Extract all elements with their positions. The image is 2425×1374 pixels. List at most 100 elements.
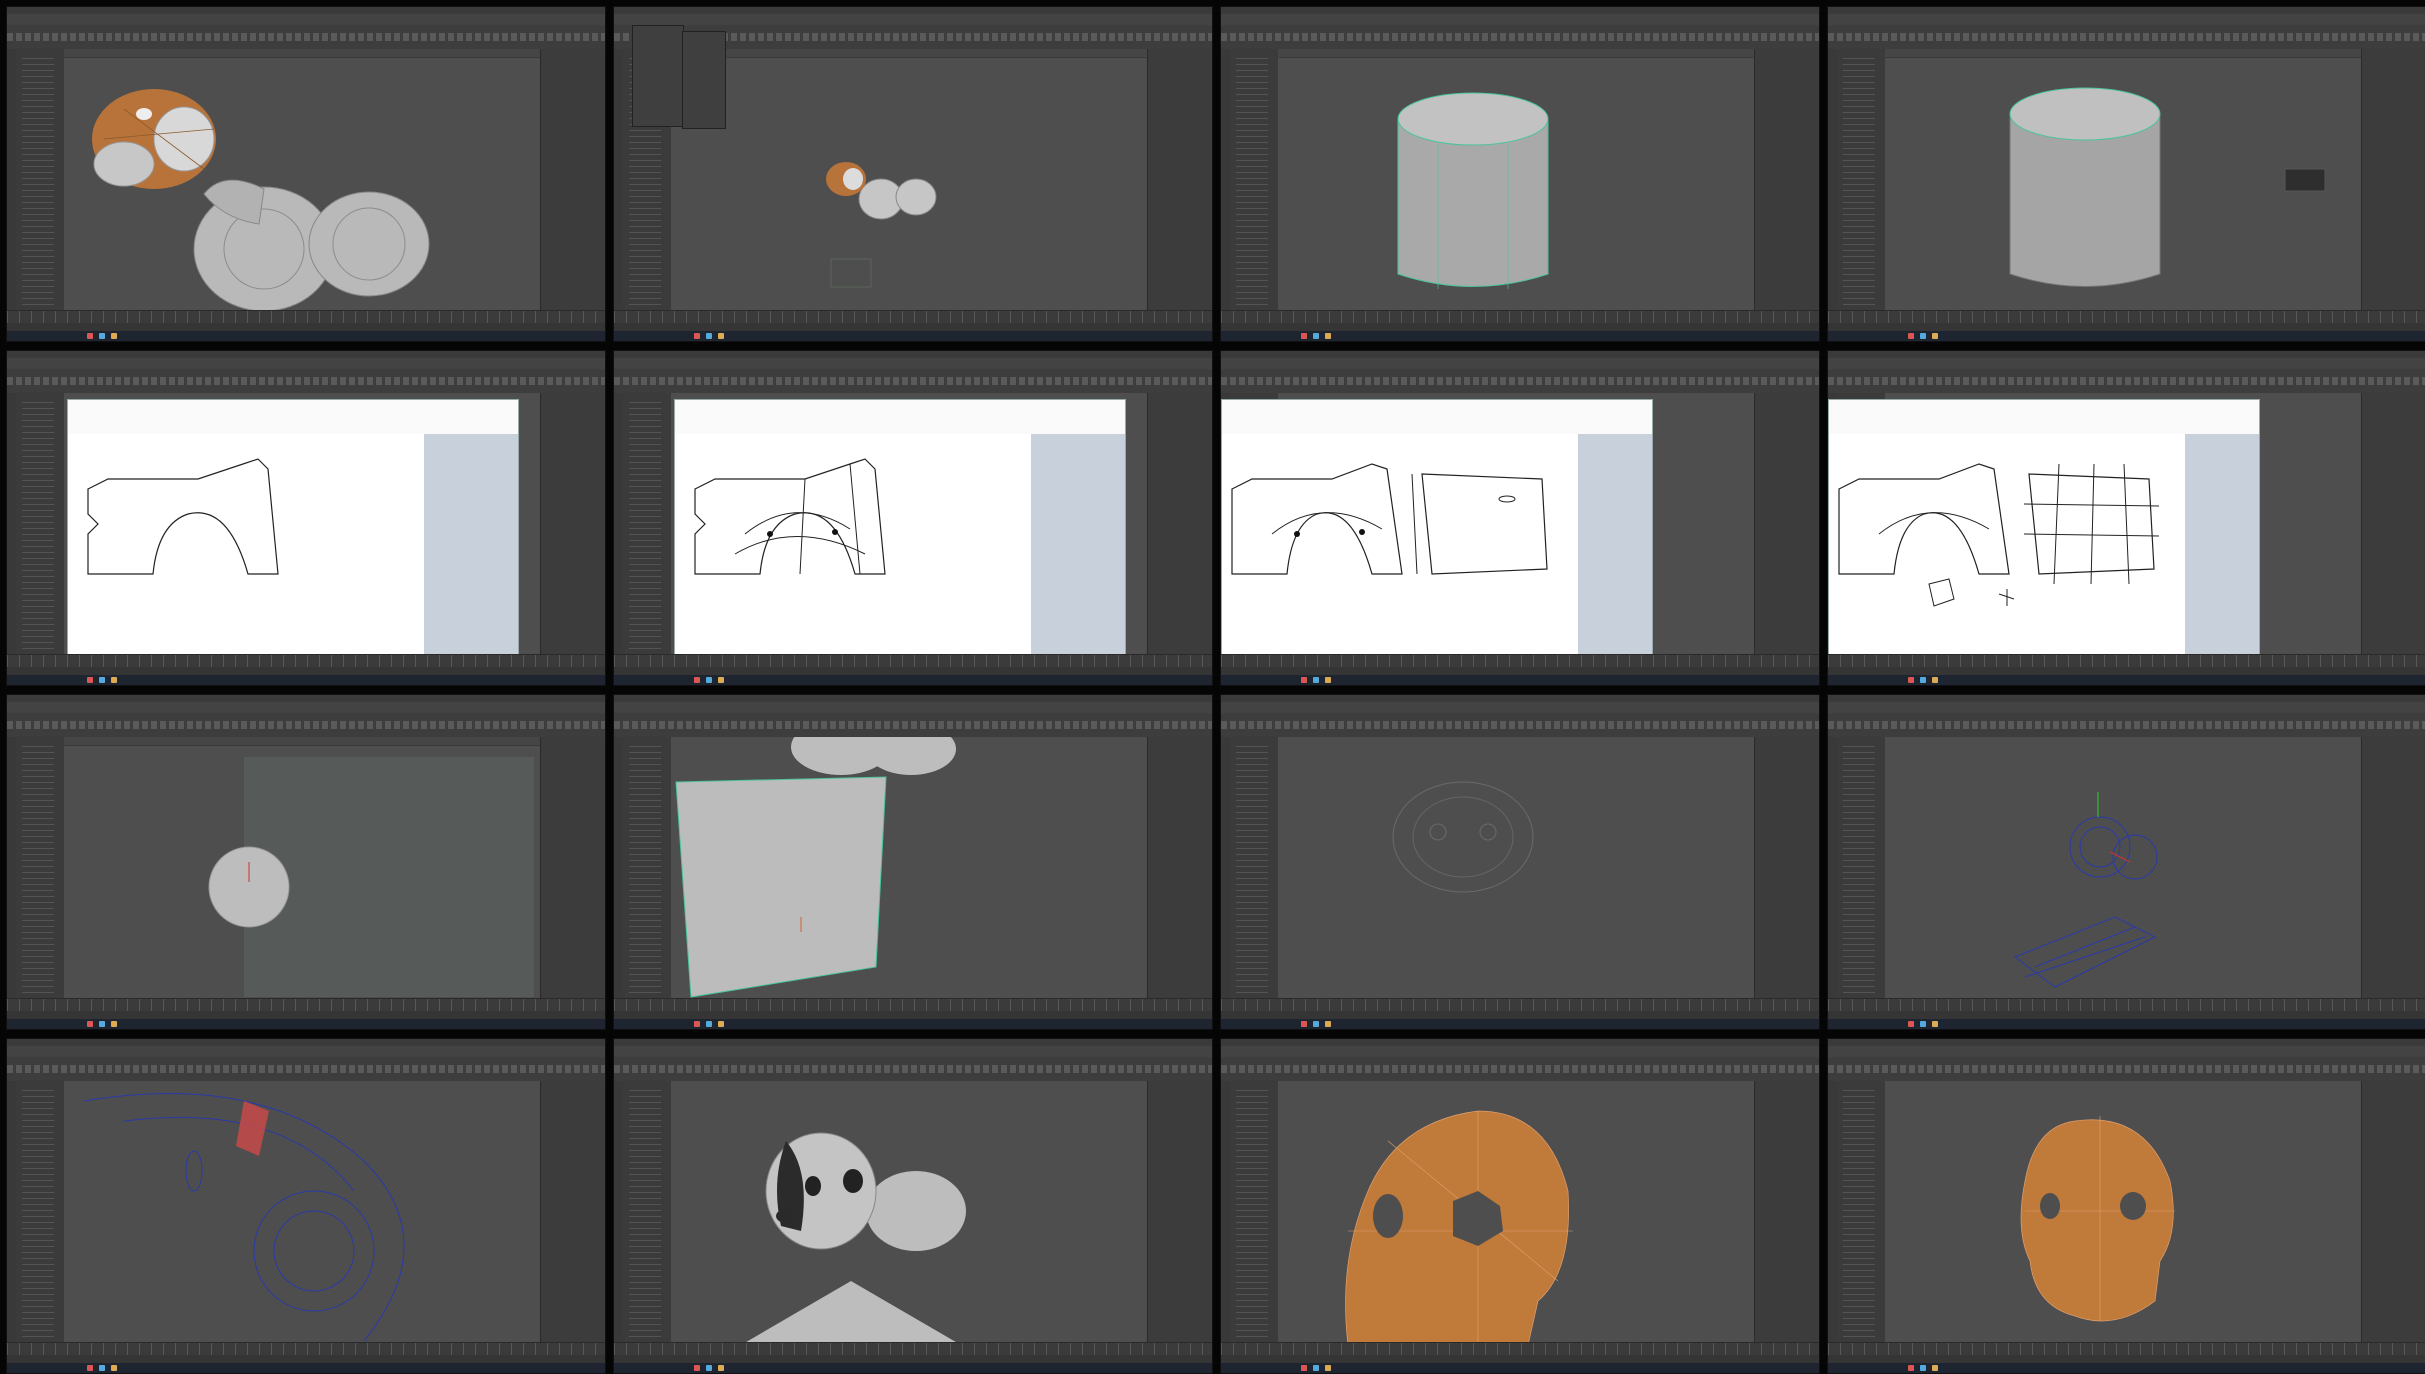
- channel-box[interactable]: [1147, 393, 1212, 655]
- submenu[interactable]: [682, 31, 726, 129]
- outliner-panel[interactable]: [16, 49, 65, 311]
- viewport[interactable]: [671, 49, 1148, 311]
- shelf[interactable]: [1828, 713, 2425, 738]
- taskbar[interactable]: [614, 1363, 1212, 1373]
- viewport[interactable]: [64, 49, 541, 311]
- shelf[interactable]: [614, 713, 1212, 738]
- range-slider[interactable]: [614, 323, 1212, 331]
- status-line[interactable]: [1828, 1046, 2425, 1057]
- taskbar[interactable]: [1221, 1363, 1819, 1373]
- range-slider[interactable]: [1828, 1355, 2425, 1363]
- panel-menu[interactable]: [671, 49, 1148, 58]
- range-slider[interactable]: [1828, 1011, 2425, 1019]
- viewport[interactable]: [64, 737, 541, 999]
- status-line[interactable]: [614, 1046, 1212, 1057]
- paint-window[interactable]: [67, 399, 519, 657]
- shelf[interactable]: [1221, 1057, 1819, 1082]
- paint-ribbon[interactable]: [675, 400, 1125, 435]
- paint-canvas[interactable]: [68, 434, 424, 656]
- range-slider[interactable]: [1221, 1355, 1819, 1363]
- channel-box[interactable]: [1754, 393, 1819, 655]
- channel-box[interactable]: [540, 737, 605, 999]
- outliner-panel[interactable]: [623, 1081, 672, 1343]
- shelf[interactable]: [1828, 25, 2425, 50]
- shelf[interactable]: [614, 1057, 1212, 1082]
- shelf[interactable]: [7, 25, 605, 50]
- shelf[interactable]: [614, 369, 1212, 394]
- viewport[interactable]: [1885, 49, 2362, 311]
- outliner-panel[interactable]: [1837, 49, 1886, 311]
- dropdown-menu[interactable]: [632, 25, 684, 127]
- range-slider[interactable]: [7, 1355, 605, 1363]
- outliner-panel[interactable]: [16, 1081, 65, 1343]
- status-line[interactable]: [1221, 702, 1819, 713]
- paint-canvas[interactable]: [1829, 434, 2185, 656]
- range-slider[interactable]: [1828, 667, 2425, 675]
- channel-box[interactable]: [1754, 49, 1819, 311]
- range-slider[interactable]: [614, 667, 1212, 675]
- status-line[interactable]: [1221, 1046, 1819, 1057]
- taskbar[interactable]: [7, 1019, 605, 1029]
- taskbar[interactable]: [1828, 1363, 2425, 1373]
- time-slider[interactable]: [1221, 998, 1819, 1011]
- taskbar[interactable]: [1828, 331, 2425, 341]
- shelf[interactable]: [1221, 713, 1819, 738]
- taskbar[interactable]: [1828, 675, 2425, 685]
- shelf[interactable]: [1221, 25, 1819, 50]
- status-line[interactable]: [614, 358, 1212, 369]
- viewport[interactable]: [671, 1081, 1148, 1343]
- outliner-panel[interactable]: [16, 737, 65, 999]
- time-slider[interactable]: [7, 998, 605, 1011]
- channel-box[interactable]: [540, 393, 605, 655]
- shelf[interactable]: [1221, 369, 1819, 394]
- channel-box[interactable]: [1754, 737, 1819, 999]
- paint-canvas[interactable]: [675, 434, 1031, 656]
- outliner-panel[interactable]: [623, 737, 672, 999]
- time-slider[interactable]: [1221, 654, 1819, 667]
- paint-window[interactable]: [1828, 399, 2260, 657]
- range-slider[interactable]: [7, 667, 605, 675]
- paint-ribbon[interactable]: [68, 400, 518, 435]
- status-line[interactable]: [1221, 358, 1819, 369]
- channel-box[interactable]: [540, 1081, 605, 1343]
- viewport[interactable]: [64, 1081, 541, 1343]
- paint-window[interactable]: [674, 399, 1126, 657]
- time-slider[interactable]: [7, 654, 605, 667]
- time-slider[interactable]: [7, 310, 605, 323]
- panel-menu[interactable]: [64, 737, 541, 746]
- outliner-panel[interactable]: [1230, 1081, 1279, 1343]
- range-slider[interactable]: [1828, 323, 2425, 331]
- time-slider[interactable]: [7, 1342, 605, 1355]
- viewport[interactable]: [1278, 737, 1755, 999]
- status-line[interactable]: [1828, 702, 2425, 713]
- outliner-panel[interactable]: [1837, 1081, 1886, 1343]
- time-slider[interactable]: [614, 998, 1212, 1011]
- taskbar[interactable]: [1221, 1019, 1819, 1029]
- channel-box[interactable]: [1147, 737, 1212, 999]
- shelf[interactable]: [1828, 1057, 2425, 1082]
- channel-box[interactable]: [1754, 1081, 1819, 1343]
- channel-box[interactable]: [540, 49, 605, 311]
- range-slider[interactable]: [1221, 323, 1819, 331]
- shelf[interactable]: [1828, 369, 2425, 394]
- outliner-panel[interactable]: [623, 393, 672, 655]
- taskbar[interactable]: [7, 331, 605, 341]
- time-slider[interactable]: [1828, 310, 2425, 323]
- viewport[interactable]: [1278, 49, 1755, 311]
- range-slider[interactable]: [614, 1355, 1212, 1363]
- shelf[interactable]: [7, 713, 605, 738]
- taskbar[interactable]: [614, 1019, 1212, 1029]
- range-slider[interactable]: [7, 1011, 605, 1019]
- range-slider[interactable]: [614, 1011, 1212, 1019]
- outliner-panel[interactable]: [1837, 737, 1886, 999]
- time-slider[interactable]: [614, 310, 1212, 323]
- panel-menu[interactable]: [1278, 49, 1755, 58]
- status-line[interactable]: [614, 702, 1212, 713]
- status-line[interactable]: [1828, 14, 2425, 25]
- time-slider[interactable]: [614, 654, 1212, 667]
- viewport[interactable]: [1885, 737, 2362, 999]
- paint-canvas[interactable]: [1222, 434, 1578, 656]
- status-line[interactable]: [1828, 358, 2425, 369]
- panel-menu[interactable]: [1885, 49, 2362, 58]
- time-slider[interactable]: [1221, 310, 1819, 323]
